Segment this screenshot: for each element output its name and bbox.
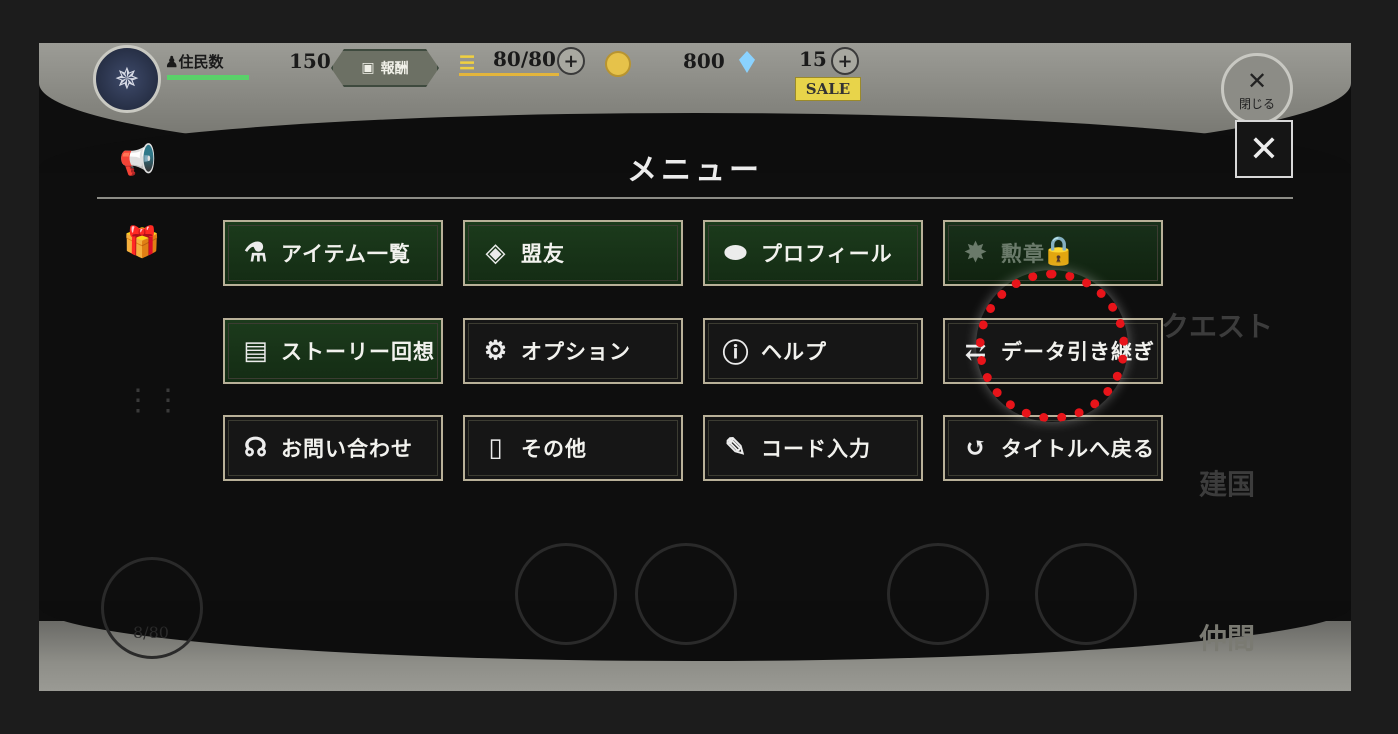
residents-value: 150 <box>289 49 331 73</box>
menu-divider <box>97 197 1293 199</box>
lock-icon: 🔒 <box>1041 234 1077 267</box>
close-icon: ✕ <box>1248 128 1280 170</box>
menu-item-items[interactable]: ⚗ アイテム一覧 <box>223 220 443 286</box>
bg-storage-circle <box>101 557 203 659</box>
gem-add-button[interactable]: + <box>831 47 859 75</box>
stamina-value: 80/80 <box>493 47 556 71</box>
scroll-icon: ▤ <box>243 336 269 366</box>
coins-value: 800 <box>683 49 725 73</box>
menu-item-other[interactable]: ▯ その他 <box>463 415 683 481</box>
gems-value: 15 <box>799 47 827 71</box>
mask-icon: ⬬ <box>724 237 748 268</box>
menu-item-profile[interactable]: ⬬ プロフィール <box>703 220 923 286</box>
pencil-icon: ✎ <box>724 433 748 463</box>
menu-close-button[interactable]: ✕ <box>1235 120 1293 178</box>
document-icon: ▯ <box>488 433 504 463</box>
potion-icon: ⚗ <box>243 238 269 268</box>
menu-item-story[interactable]: ▤ ストーリー回想 <box>223 318 443 384</box>
medal-icon: ✸ <box>964 238 988 268</box>
stamina-add-button[interactable]: + <box>557 47 585 75</box>
residents-label: ♟住民数 <box>165 53 224 71</box>
grid-icon: ⋮⋮ <box>123 383 183 418</box>
highlight-circle <box>976 270 1128 422</box>
companion-label: 仲間 <box>1199 622 1256 655</box>
gift-icon: 🎁 <box>123 225 161 260</box>
sale-badge[interactable]: SALE <box>795 77 861 101</box>
menu-item-code-entry[interactable]: ✎ コード入力 <box>703 415 923 481</box>
gear-icon: ⚙ <box>483 336 509 366</box>
close-icon: ✕ <box>1246 66 1268 95</box>
menu-item-contact[interactable]: ☊ お問い合わせ <box>223 415 443 481</box>
stamina-bar <box>459 73 559 76</box>
return-icon: ↺ <box>964 433 988 463</box>
reward-button[interactable]: ▣ 報酬 <box>331 49 439 87</box>
headset-icon: ☊ <box>243 433 269 463</box>
menu-title: メニュー <box>627 153 763 188</box>
kingdom-label: 建国 <box>1199 468 1256 501</box>
game-screen: 📢 🎁 ⋮⋮ 8/80 クエスト 建国 仲間 ✵ ♟住民数 150 ▣ 報酬 ☰ … <box>39 43 1351 691</box>
menu-item-return-title[interactable]: ↺ タイトルへ戻る <box>943 415 1163 481</box>
player-avatar[interactable]: ✵ <box>93 45 161 113</box>
menu-item-help[interactable]: ⓘ ヘルプ <box>703 318 923 384</box>
residents-bar <box>167 75 249 80</box>
handshake-icon: ◈ <box>485 238 507 268</box>
emblem-icon: ✵ <box>114 61 140 97</box>
menu-item-allies[interactable]: ◈ 盟友 <box>463 220 683 286</box>
chest-icon: ▣ <box>361 60 375 76</box>
resource-count: 8/80 <box>133 623 169 642</box>
help-icon: ⓘ <box>722 338 750 369</box>
menu-item-options[interactable]: ⚙ オプション <box>463 318 683 384</box>
coin-icon <box>605 51 631 77</box>
close-screen-button[interactable]: ✕ 閉じる <box>1221 53 1293 125</box>
stamina-icon: ☰ <box>459 53 476 74</box>
quest-label: クエスト <box>1161 310 1274 343</box>
